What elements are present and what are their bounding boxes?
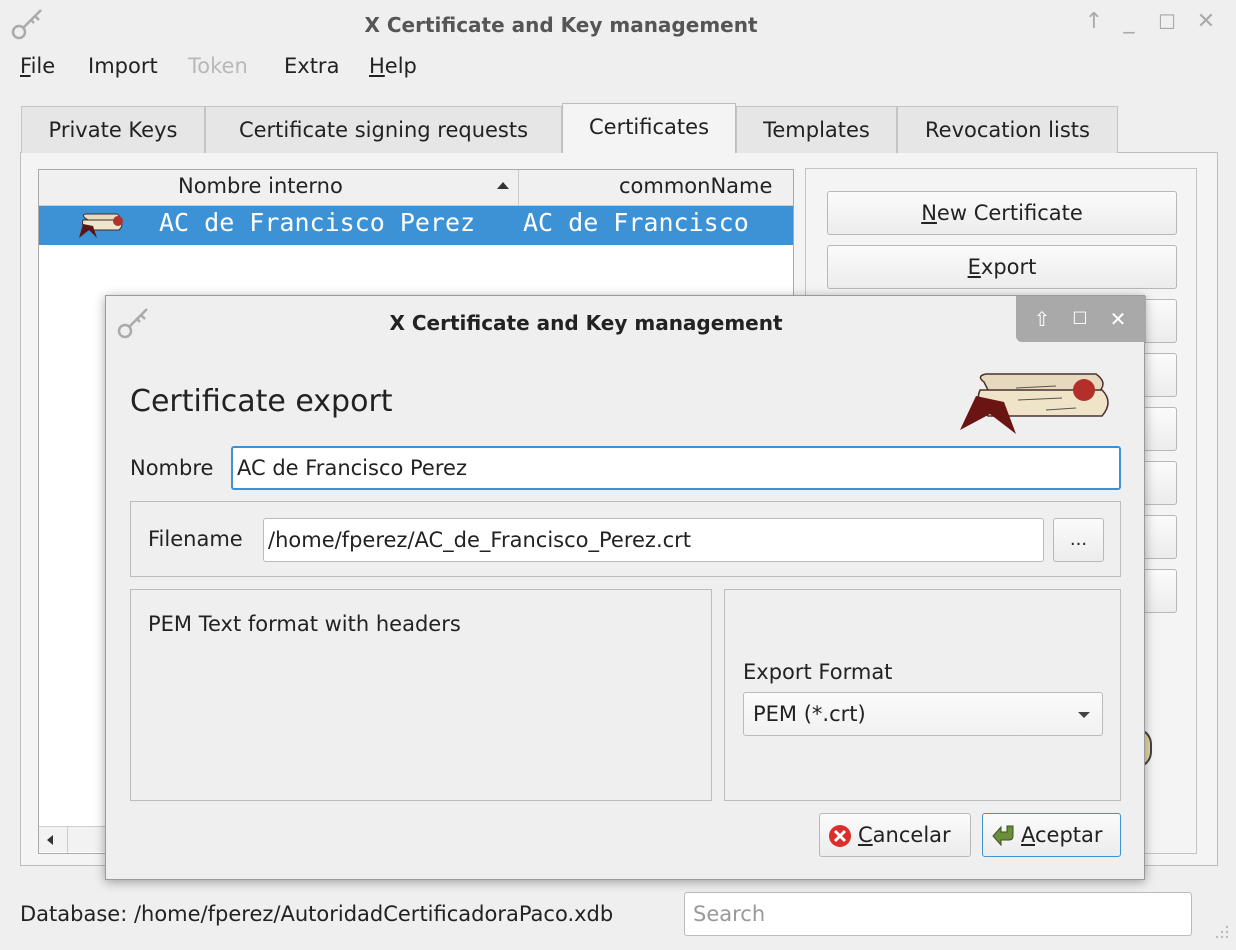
scroll-divider — [67, 827, 68, 853]
menu-file[interactable]: File — [20, 54, 55, 78]
export-format-select[interactable]: PEM (*.crt) — [743, 692, 1103, 736]
chevron-down-icon — [1078, 712, 1090, 718]
tab-revocation-lists[interactable]: Revocation lists — [897, 106, 1118, 153]
keep-above-icon[interactable]: ↑ — [1080, 8, 1108, 36]
menu-bar: File Import Token Extra Help — [0, 50, 1236, 86]
maximize-icon[interactable]: ☐ — [1068, 307, 1092, 331]
name-field[interactable] — [231, 446, 1121, 490]
keep-above-icon[interactable]: ⇧ — [1030, 307, 1054, 331]
close-icon[interactable]: ✕ — [1106, 307, 1130, 331]
column-header-internal-name[interactable]: Nombre interno — [178, 174, 343, 198]
tab-templates[interactable]: Templates — [736, 106, 897, 153]
cell-internal-name: AC de Francisco Perez — [159, 208, 476, 237]
menu-file-rest: ile — [30, 54, 56, 78]
menu-import[interactable]: Import — [88, 54, 158, 78]
menu-help[interactable]: Help — [369, 54, 417, 78]
title-bar[interactable]: X Certificate and Key management ↑ _ ☐ ✕ — [0, 0, 1236, 50]
new-certificate-button[interactable]: New Certificate — [827, 191, 1177, 235]
menu-token[interactable]: Token — [188, 54, 248, 78]
maximize-icon[interactable]: ☐ — [1153, 8, 1181, 36]
minimize-icon[interactable]: _ — [1115, 8, 1143, 36]
filename-label: Filename — [148, 527, 243, 551]
sort-ascending-icon — [497, 182, 509, 189]
tab-certificates[interactable]: Certificates — [562, 103, 736, 153]
dialog-title: X Certificate and Key management — [389, 311, 783, 335]
browse-button[interactable]: ... — [1053, 518, 1104, 562]
cancel-label: Cancelar — [858, 823, 951, 847]
format-description: PEM Text format with headers — [148, 612, 461, 636]
cancel-icon — [829, 825, 851, 847]
certificate-logo-icon — [960, 373, 1109, 434]
export-dialog: X Certificate and Key management ⇧ ☐ ✕ C… — [105, 295, 1146, 880]
dialog-window-controls: ⇧ ☐ ✕ — [1016, 296, 1146, 342]
database-path: Database: /home/fperez/AutoridadCertific… — [20, 902, 614, 926]
name-label: Nombre — [130, 456, 214, 480]
list-header: Nombre interno commonName — [39, 170, 793, 206]
close-icon[interactable]: ✕ — [1192, 8, 1220, 36]
search-input[interactable] — [684, 892, 1192, 936]
export-button[interactable]: Export — [827, 245, 1177, 289]
ok-label: Aceptar — [1021, 823, 1103, 847]
tab-private-keys[interactable]: Private Keys — [21, 106, 205, 153]
column-header-common-name[interactable]: commonName — [619, 174, 772, 198]
ok-button[interactable]: Aceptar — [982, 813, 1121, 857]
table-row[interactable]: AC de Francisco Perez AC de Francisco — [39, 206, 793, 245]
ok-arrow-icon — [992, 825, 1014, 847]
scroll-left-icon[interactable] — [47, 835, 53, 845]
cell-common-name: AC de Francisco — [523, 208, 749, 237]
dialog-heading: Certificate export — [130, 384, 393, 419]
certificate-scroll-icon — [79, 213, 123, 238]
window-title: X Certificate and Key management — [364, 13, 758, 37]
column-divider — [518, 170, 519, 206]
tab-csr[interactable]: Certificate signing requests — [205, 106, 562, 153]
filename-field[interactable] — [263, 518, 1044, 562]
export-format-label: Export Format — [743, 660, 893, 684]
resize-grip-icon[interactable] — [1212, 922, 1230, 940]
export-format-value: PEM (*.crt) — [753, 702, 866, 726]
cancel-button[interactable]: Cancelar — [819, 813, 971, 857]
menu-extra[interactable]: Extra — [284, 54, 339, 78]
